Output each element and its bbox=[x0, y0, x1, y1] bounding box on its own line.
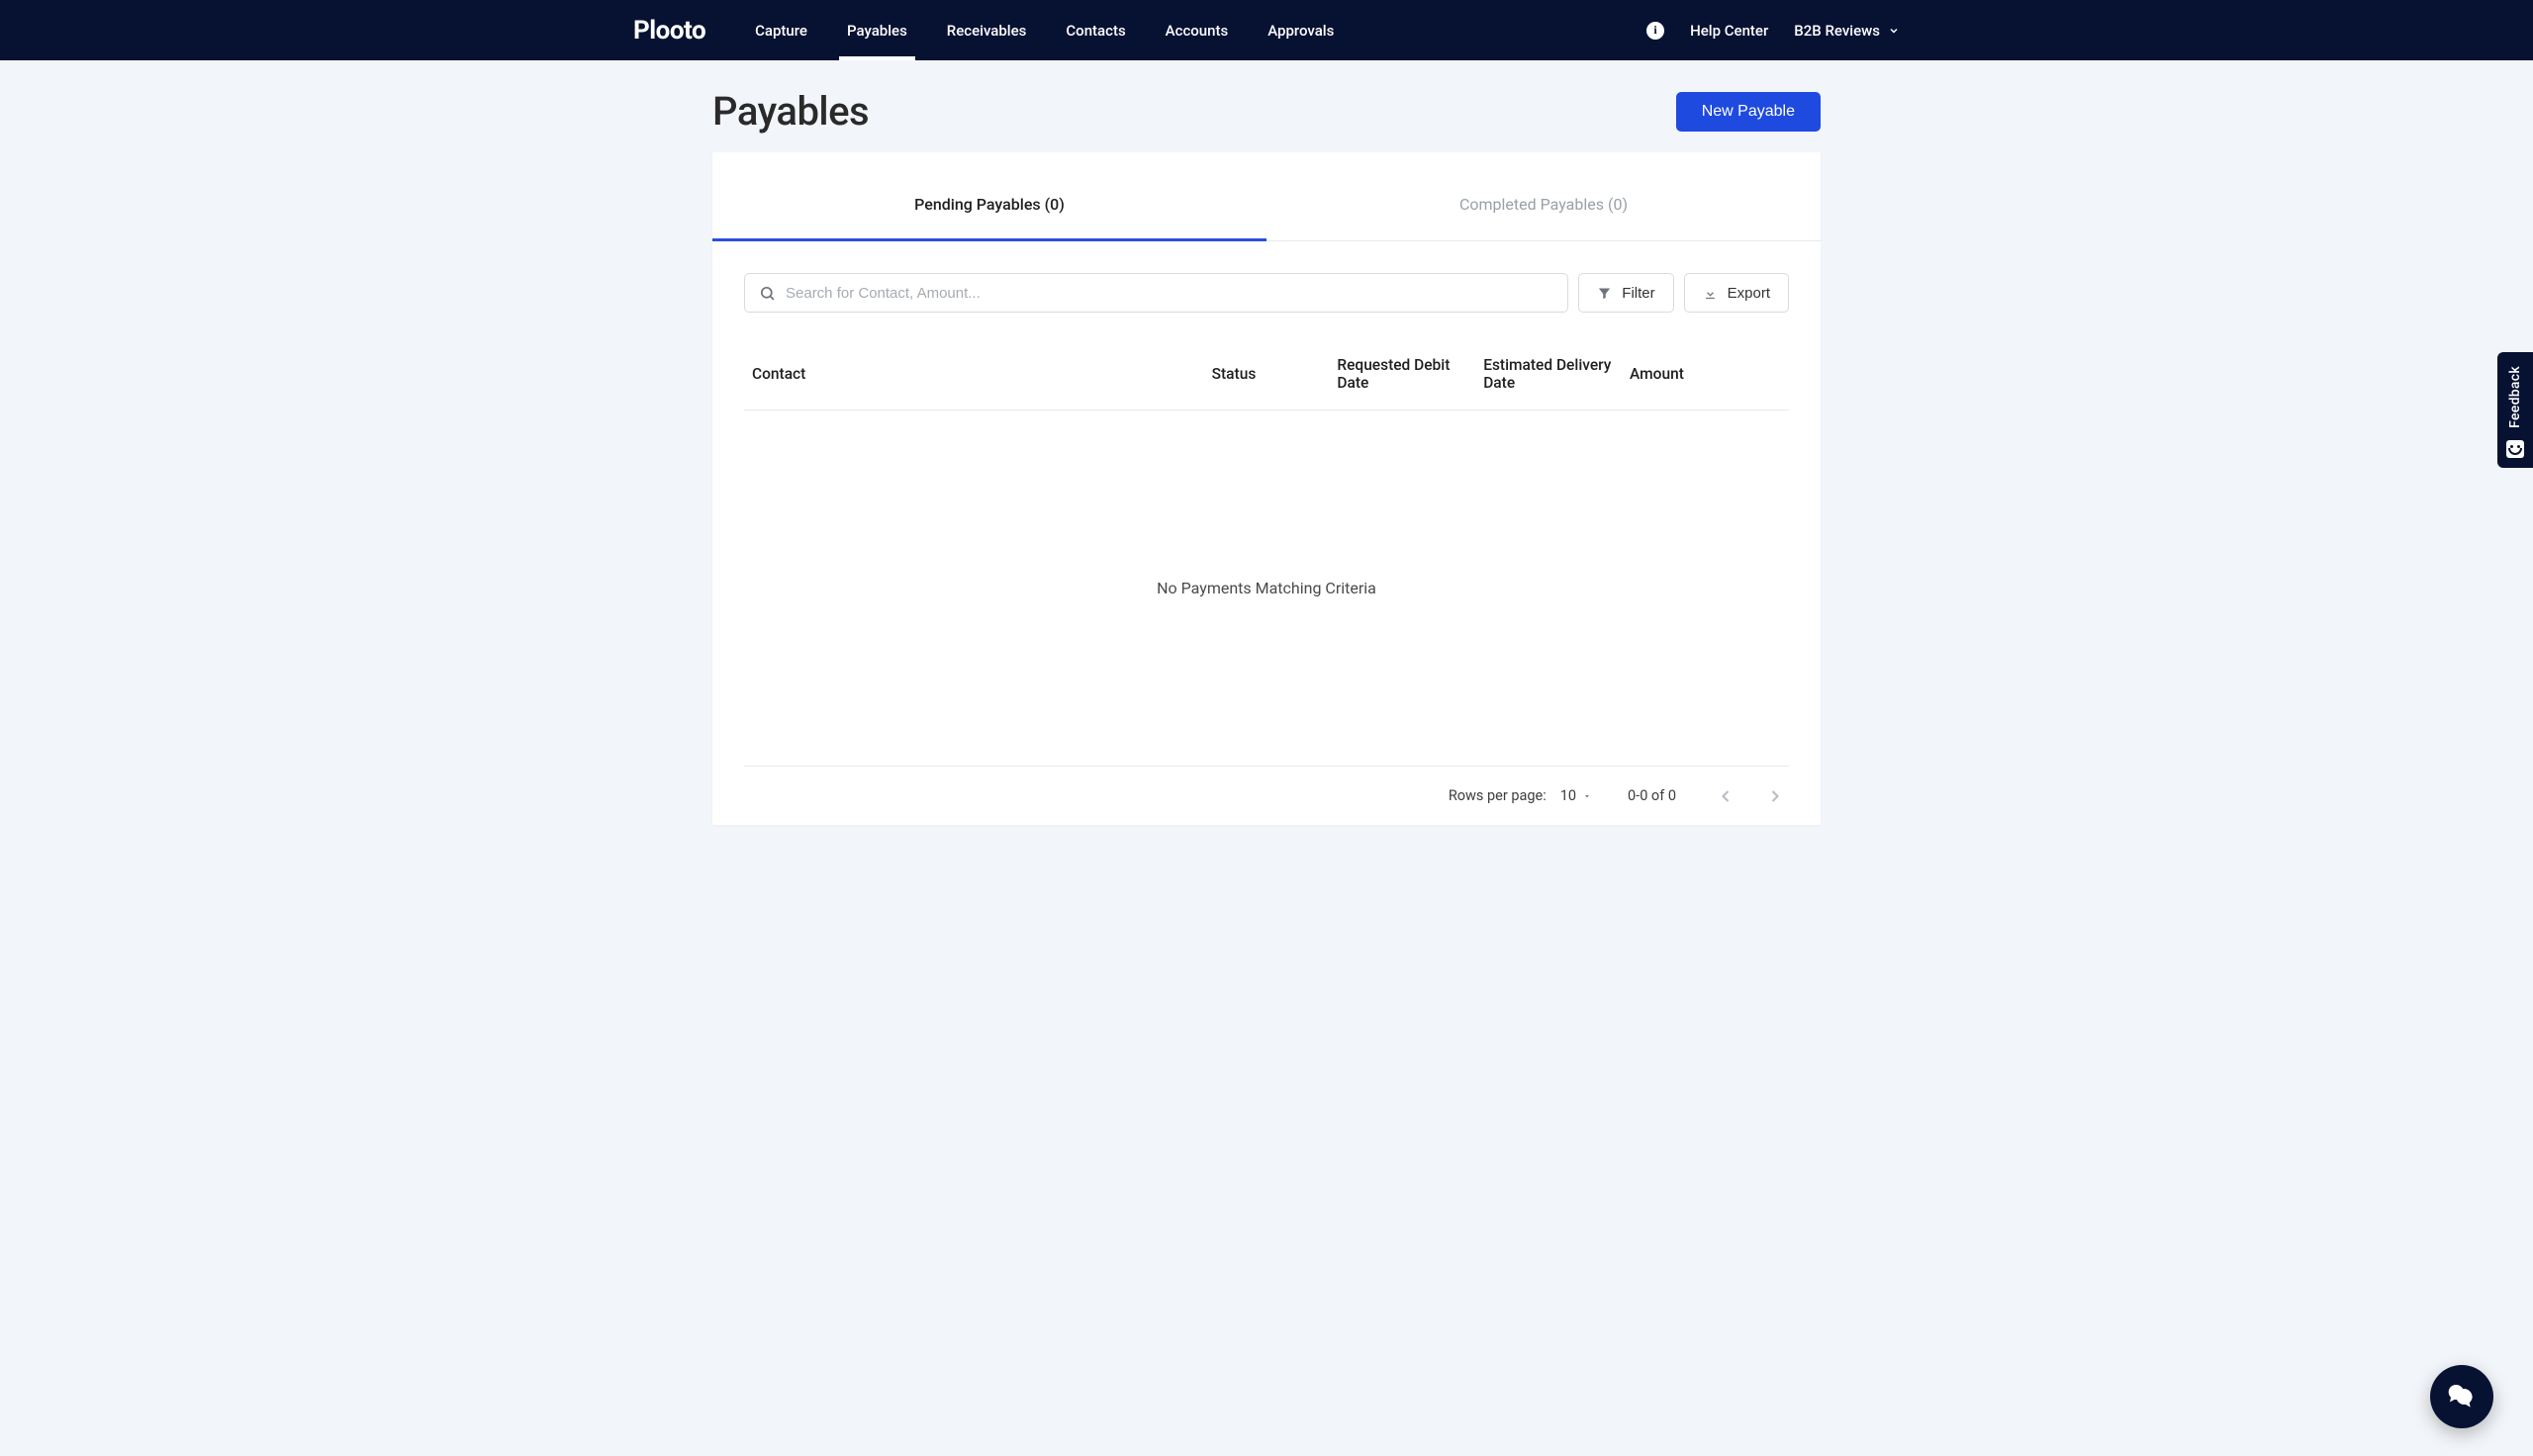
nav-item-accounts[interactable]: Accounts bbox=[1146, 0, 1249, 60]
col-estimated-delivery-date[interactable]: Estimated Delivery Date bbox=[1475, 346, 1622, 410]
search-icon bbox=[759, 285, 776, 302]
rows-per-page-value: 10 bbox=[1560, 787, 1576, 804]
tab-pending-payables[interactable]: Pending Payables (0) bbox=[712, 168, 1266, 240]
export-button[interactable]: Export bbox=[1684, 273, 1789, 313]
prev-page-button[interactable] bbox=[1712, 782, 1739, 810]
col-amount[interactable]: Amount bbox=[1622, 346, 1789, 410]
empty-state: No Payments Matching Criteria bbox=[744, 410, 1789, 766]
col-requested-debit-date[interactable]: Requested Debit Date bbox=[1329, 346, 1475, 410]
top-nav: Plooto Capture Payables Receivables Cont… bbox=[0, 0, 2533, 60]
page-range: 0-0 of 0 bbox=[1628, 787, 1676, 804]
help-center-link[interactable]: Help Center bbox=[1690, 22, 1768, 40]
download-icon bbox=[1703, 286, 1718, 301]
pagination: Rows per page: 10 0-0 of 0 bbox=[744, 766, 1789, 825]
export-label: Export bbox=[1728, 285, 1770, 302]
main-nav: Capture Payables Receivables Contacts Ac… bbox=[735, 0, 1354, 60]
tab-completed-label: Completed Payables (0) bbox=[1459, 195, 1628, 214]
table-header-row: Contact Status Requested Debit Date Esti… bbox=[744, 346, 1789, 410]
smiley-icon bbox=[2506, 440, 2524, 458]
tab-completed-payables[interactable]: Completed Payables (0) bbox=[1266, 168, 1821, 240]
filter-icon bbox=[1597, 286, 1612, 301]
filter-button[interactable]: Filter bbox=[1578, 273, 1673, 313]
new-payable-button[interactable]: New Payable bbox=[1676, 92, 1821, 132]
feedback-tab[interactable]: Feedback bbox=[2497, 352, 2533, 468]
payables-card: Pending Payables (0) Completed Payables … bbox=[712, 152, 1821, 825]
b2b-reviews-label: B2B Reviews bbox=[1794, 22, 1880, 40]
chevron-right-icon bbox=[1765, 786, 1785, 806]
brand-logo[interactable]: Plooto bbox=[633, 0, 735, 60]
page-title: Payables bbox=[712, 88, 869, 135]
info-icon[interactable]: i bbox=[1646, 22, 1664, 40]
nav-item-receivables[interactable]: Receivables bbox=[927, 0, 1047, 60]
search-input[interactable] bbox=[776, 285, 1553, 302]
rows-per-page-select[interactable]: 10 bbox=[1560, 787, 1592, 804]
chevron-down-icon bbox=[1888, 25, 1900, 37]
payables-table: Contact Status Requested Debit Date Esti… bbox=[744, 346, 1789, 410]
payables-tabs: Pending Payables (0) Completed Payables … bbox=[712, 168, 1821, 241]
col-contact[interactable]: Contact bbox=[744, 346, 1204, 410]
nav-item-payables[interactable]: Payables bbox=[827, 0, 927, 60]
search-box[interactable] bbox=[744, 273, 1568, 313]
nav-item-capture[interactable]: Capture bbox=[735, 0, 827, 60]
tab-pending-label: Pending Payables (0) bbox=[914, 195, 1065, 214]
col-status[interactable]: Status bbox=[1204, 346, 1330, 410]
filter-label: Filter bbox=[1622, 285, 1654, 302]
chat-fab[interactable] bbox=[2430, 1365, 2493, 1428]
feedback-label: Feedback bbox=[2507, 366, 2523, 428]
b2b-reviews-dropdown[interactable]: B2B Reviews bbox=[1794, 22, 1900, 40]
chat-icon bbox=[2446, 1381, 2478, 1412]
chevron-left-icon bbox=[1716, 786, 1736, 806]
nav-item-contacts[interactable]: Contacts bbox=[1046, 0, 1145, 60]
next-page-button[interactable] bbox=[1761, 782, 1789, 810]
nav-item-approvals[interactable]: Approvals bbox=[1248, 0, 1354, 60]
rows-per-page-label: Rows per page: bbox=[1449, 787, 1547, 804]
caret-down-icon bbox=[1582, 791, 1592, 801]
